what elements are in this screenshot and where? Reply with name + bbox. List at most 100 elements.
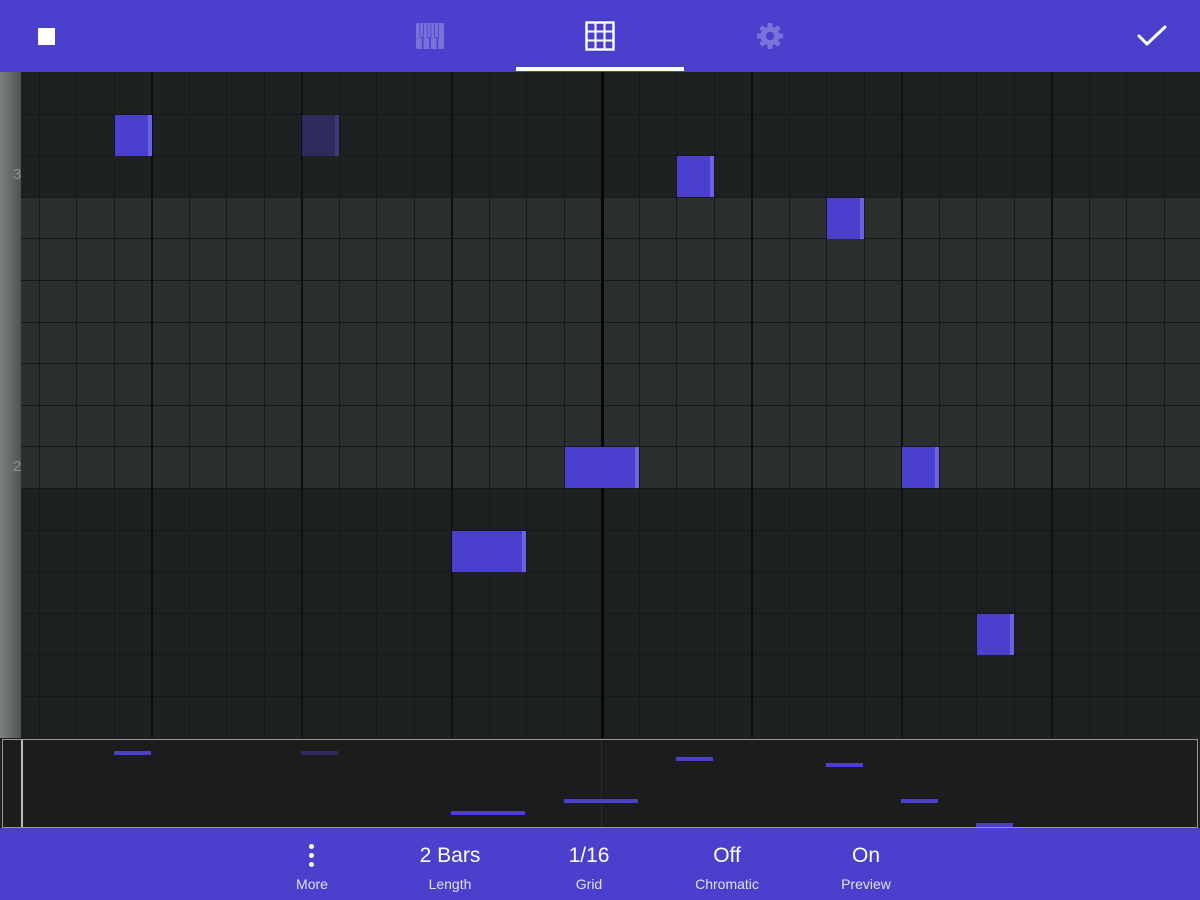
step-line (489, 72, 490, 738)
checkmark-icon (1137, 25, 1167, 46)
grid-label: Grid (575, 876, 603, 892)
note-block[interactable] (902, 447, 939, 488)
step-line (414, 72, 415, 738)
pattern-overview[interactable] (2, 739, 1198, 828)
row-divider (21, 280, 1200, 281)
step-line (826, 72, 827, 738)
active-tab-indicator (516, 67, 684, 71)
tab-settings[interactable] (686, 0, 854, 72)
step-line (1089, 72, 1090, 738)
note-resize-handle[interactable] (860, 198, 864, 239)
top-toolbar (0, 0, 1200, 72)
row-divider (21, 155, 1200, 156)
step-line (789, 72, 790, 738)
overview-bar-divider (601, 740, 602, 827)
beat-line (301, 72, 303, 738)
more-label: More (296, 876, 328, 892)
preview-label: Preview (841, 876, 891, 892)
tab-keyboard[interactable] (346, 0, 514, 72)
note-resize-handle[interactable] (1010, 614, 1014, 655)
length-value: 2 Bars (419, 844, 481, 867)
octave-lane (21, 72, 1200, 197)
note-block[interactable] (565, 447, 639, 488)
gear-icon (757, 23, 783, 49)
overview-note (114, 751, 151, 755)
preview-value: On (851, 844, 880, 867)
note-block[interactable] (977, 614, 1014, 655)
note-block[interactable] (452, 531, 526, 572)
octave-lane (21, 196, 1200, 488)
note-block[interactable] (302, 115, 339, 156)
step-line (376, 72, 377, 738)
row-divider (21, 530, 1200, 531)
step-line (1014, 72, 1015, 738)
step-line (564, 72, 565, 738)
step-line (189, 72, 190, 738)
vertical-dots-icon (309, 844, 315, 871)
overview-note (976, 823, 1013, 827)
note-resize-handle[interactable] (935, 447, 939, 488)
step-line (864, 72, 865, 738)
row-divider (21, 238, 1200, 239)
tab-grid[interactable] (516, 0, 684, 72)
length-label: Length (428, 876, 472, 892)
step-line (1126, 72, 1127, 738)
step-line (39, 72, 40, 738)
stop-square-icon (37, 27, 55, 45)
overview-note (826, 763, 863, 767)
bar-line (601, 72, 604, 738)
note-resize-handle[interactable] (710, 156, 714, 197)
overview-note (451, 811, 525, 815)
step-line (939, 72, 940, 738)
beat-line (451, 72, 453, 738)
note-resize-handle[interactable] (335, 115, 339, 156)
row-divider (21, 696, 1200, 697)
overview-note (901, 799, 938, 803)
octave-ruler[interactable]: 3 2 (0, 72, 21, 738)
step-line (339, 72, 340, 738)
note-resize-handle[interactable] (148, 115, 152, 156)
beat-line (751, 72, 753, 738)
note-block[interactable] (677, 156, 714, 197)
done-button[interactable] (1132, 18, 1172, 54)
overview-note (301, 751, 338, 755)
step-line (264, 72, 265, 738)
stop-button[interactable] (28, 18, 64, 54)
chromatic-label: Chromatic (695, 876, 759, 892)
step-line (114, 72, 115, 738)
step-line (76, 72, 77, 738)
note-block[interactable] (827, 198, 864, 239)
bottom-toolbar: More 2 Bars Length 1/16 Grid Off Chromat… (0, 828, 1200, 900)
row-divider (21, 197, 1200, 198)
chromatic-toggle[interactable]: Off Chromatic (677, 828, 777, 900)
grid-icon (585, 21, 615, 51)
step-line (639, 72, 640, 738)
note-resize-handle[interactable] (522, 531, 526, 572)
row-divider (21, 613, 1200, 614)
row-divider (21, 363, 1200, 364)
overview-note (564, 799, 638, 803)
step-line (714, 72, 715, 738)
row-divider (21, 405, 1200, 406)
beat-line (1051, 72, 1053, 738)
preview-toggle[interactable]: On Preview (816, 828, 916, 900)
more-button[interactable]: More (272, 828, 352, 900)
row-divider (21, 322, 1200, 323)
overview-note (676, 757, 713, 761)
note-resize-handle[interactable] (635, 447, 639, 488)
beat-line (151, 72, 153, 738)
beat-line (901, 72, 903, 738)
grid-resolution-control[interactable]: 1/16 Grid (539, 828, 639, 900)
piano-roll-grid[interactable]: 3 2 (0, 72, 1200, 738)
length-control[interactable]: 2 Bars Length (400, 828, 500, 900)
row-divider (21, 571, 1200, 572)
chromatic-value: Off (713, 844, 741, 867)
note-block[interactable] (115, 115, 152, 156)
step-line (1164, 72, 1165, 738)
row-divider (21, 114, 1200, 115)
row-divider (21, 488, 1200, 489)
overview-viewport-edge (21, 740, 23, 827)
piano-keys-icon (416, 23, 444, 49)
step-line (226, 72, 227, 738)
step-line (526, 72, 527, 738)
